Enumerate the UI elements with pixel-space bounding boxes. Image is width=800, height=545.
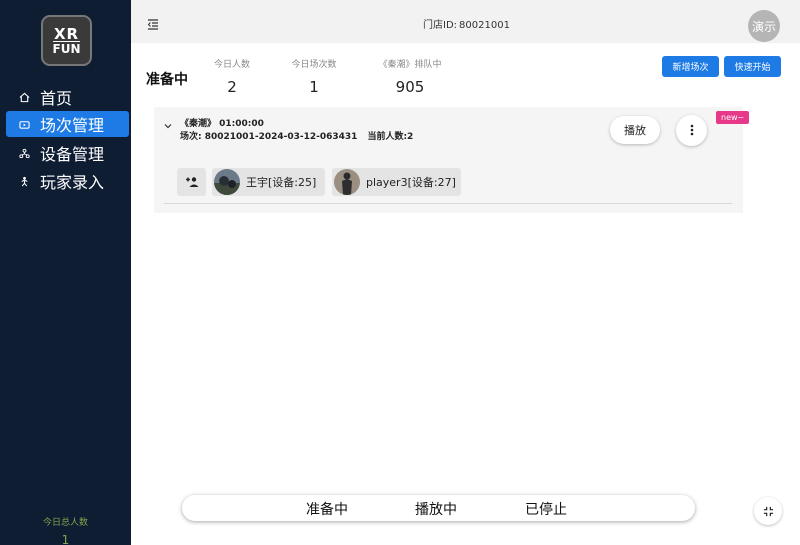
player-name: 王宇[设备:25]: [246, 176, 317, 189]
play-button[interactable]: 播放: [610, 116, 660, 144]
tab-playing[interactable]: 播放中: [415, 499, 457, 519]
status-tab-bar: 准备中 播放中 已停止: [182, 495, 695, 521]
sidebar-item-home[interactable]: 首页: [6, 84, 129, 110]
session-card: 《秦潮》 01:00:00 场次: 80021001-2024-03-12-06…: [154, 107, 750, 213]
session-game-title: 《秦潮》 01:00:00: [180, 119, 264, 129]
tab-stopped[interactable]: 已停止: [525, 499, 567, 519]
new-session-button[interactable]: 新增场次: [662, 56, 719, 77]
player-avatar: [334, 169, 360, 195]
device-icon: [18, 147, 30, 159]
session-id: 场次: 80021001-2024-03-12-063431: [180, 132, 358, 142]
user-avatar[interactable]: 演示: [748, 10, 780, 42]
stat-label: 今日场次数: [291, 60, 337, 70]
add-player-button[interactable]: [177, 168, 206, 196]
app-logo: XR FUN: [41, 15, 92, 66]
stat-today-people: 今日人数 2: [200, 57, 264, 96]
stat-value: 905: [395, 78, 425, 96]
logo-text-top: XR: [53, 24, 80, 43]
chevron-down-icon[interactable]: [163, 116, 173, 129]
menu-collapse-icon[interactable]: [147, 15, 159, 30]
sidebar-item-label: 设备管理: [40, 145, 105, 164]
more-vert-icon: [690, 121, 694, 140]
fullscreen-button[interactable]: [754, 497, 782, 525]
quick-start-button[interactable]: 快速开始: [724, 56, 781, 77]
person-add-icon: [185, 173, 199, 192]
divider: [164, 203, 732, 204]
session-icon: [18, 118, 30, 130]
more-options-button[interactable]: [676, 115, 707, 146]
stat-today-sessions: 今日场次数 1: [282, 57, 346, 96]
sidebar-item-sessions[interactable]: 场次管理: [6, 111, 129, 137]
logo-text-bottom: FUN: [52, 40, 81, 56]
stat-queue: 《秦潮》排队中 905: [370, 57, 450, 96]
sidebar-item-label: 场次管理: [40, 116, 105, 135]
page-title: 准备中: [146, 72, 188, 88]
sidebar-item-label: 首页: [40, 89, 73, 108]
player-avatar: [214, 169, 240, 195]
session-current-count: 当前人数:2: [367, 132, 414, 142]
player-name: player3[设备:27]: [366, 176, 456, 189]
store-id-value: 80021001: [459, 20, 510, 31]
sidebar-item-players[interactable]: 玩家录入: [6, 168, 129, 194]
stat-label: 今日人数: [213, 60, 250, 70]
sidebar-item-label: 玩家录入: [40, 173, 105, 192]
stat-value: 1: [309, 78, 319, 96]
sidebar-item-devices[interactable]: 设备管理: [6, 140, 129, 166]
top-bar: 门店ID: 80021001 演示: [131, 0, 800, 43]
new-badge: new~: [716, 111, 750, 124]
stat-label: 《秦潮》排队中: [378, 60, 442, 70]
expand-icon: [763, 502, 774, 521]
session-info: 场次: 80021001-2024-03-12-063431 当前人数:2: [180, 129, 423, 142]
stat-value: 2: [227, 78, 237, 96]
player-chip[interactable]: 王宇[设备:25]: [212, 168, 325, 196]
store-id: 门店ID: 80021001: [423, 16, 510, 31]
store-id-label: 门店ID:: [423, 20, 458, 31]
daily-total-label: 今日总人数: [42, 518, 88, 528]
player-chip[interactable]: player3[设备:27]: [332, 168, 461, 196]
tab-preparing[interactable]: 准备中: [306, 499, 348, 519]
home-icon: [18, 91, 30, 103]
sidebar: XR FUN 首页 场次管理 设备管理 玩家录入 今日总人数 1: [0, 0, 131, 545]
player-icon: [18, 175, 30, 187]
daily-total-value: 1: [61, 533, 70, 545]
